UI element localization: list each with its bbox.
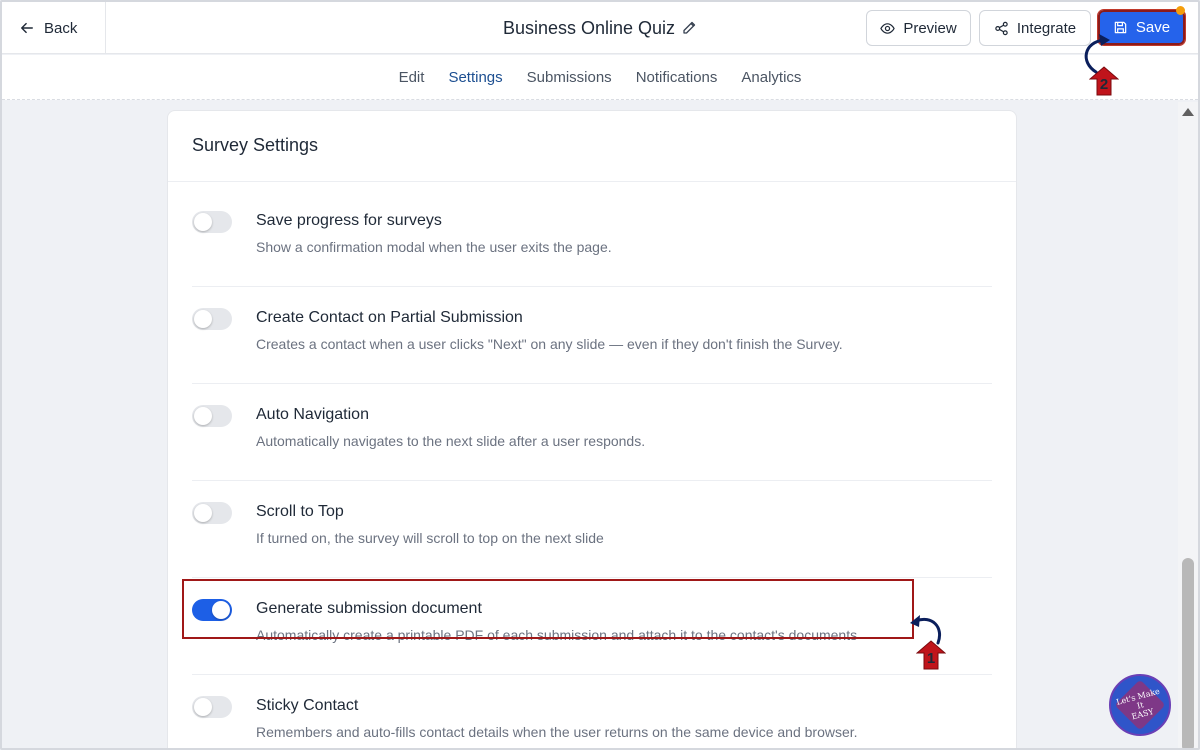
setting-partial-contact: Create Contact on Partial Submission Cre… [192, 287, 992, 384]
preview-label: Preview [903, 19, 957, 37]
setting-description: Show a confirmation modal when the user … [256, 239, 612, 255]
toggle-knob [194, 310, 212, 328]
logo-text: Let's Make It EASY [1114, 686, 1161, 721]
step-marker-1: 1 [915, 640, 947, 670]
scroll-to-top-toggle[interactable] [192, 502, 232, 524]
setting-save-progress: Save progress for surveys Show a confirm… [192, 190, 992, 287]
save-label: Save [1135, 19, 1171, 36]
toggle-knob [194, 504, 212, 522]
back-label: Back [44, 19, 78, 37]
tab-settings[interactable]: Settings [448, 67, 502, 88]
watermark-logo: Let's Make It EASY [1109, 674, 1171, 736]
setting-scroll-to-top: Scroll to Top If turned on, the survey w… [192, 481, 992, 578]
tab-analytics[interactable]: Analytics [741, 67, 801, 88]
back-button[interactable]: Back [2, 2, 106, 54]
notification-dot [1176, 6, 1185, 15]
eye-icon [880, 22, 896, 34]
share-icon [995, 21, 1008, 35]
setting-auto-navigation: Auto Navigation Automatically navigates … [192, 384, 992, 481]
toggle-knob [194, 213, 212, 231]
top-bar: Back Business Online Quiz Preview Integr… [2, 2, 1198, 54]
toggle-knob [194, 407, 212, 425]
page-title: Business Online Quiz [502, 17, 676, 38]
setting-label: Create Contact on Partial Submission [256, 309, 523, 326]
card-title: Survey Settings [192, 135, 319, 155]
tab-bar: Edit Settings Submissions Notifications … [2, 55, 1198, 100]
step-number: 1 [926, 650, 936, 667]
pencil-icon [683, 21, 696, 34]
setting-label: Save progress for surveys [256, 212, 442, 229]
setting-label: Auto Navigation [256, 406, 369, 423]
scroll-thumb[interactable] [1182, 558, 1194, 748]
edit-title-button[interactable] [681, 20, 697, 36]
setting-label: Scroll to Top [256, 503, 344, 520]
setting-description: Remembers and auto-fills contact details… [256, 724, 858, 740]
preview-button[interactable]: Preview [866, 10, 971, 46]
arrow-left-icon [21, 22, 33, 34]
save-progress-toggle[interactable] [192, 211, 232, 233]
app-frame: Back Business Online Quiz Preview Integr… [0, 0, 1200, 750]
setting-sticky-contact: Sticky Contact Remembers and auto-fills … [192, 675, 992, 748]
integrate-label: Integrate [1016, 19, 1077, 37]
setting-label: Sticky Contact [256, 697, 359, 714]
setting-description: Creates a contact when a user clicks "Ne… [256, 336, 843, 352]
scroll-up-arrow-icon[interactable] [1182, 108, 1194, 116]
step-number: 2 [1099, 76, 1109, 93]
toggle-knob [194, 698, 212, 716]
sticky-contact-toggle[interactable] [192, 696, 232, 718]
partial-contact-toggle[interactable] [192, 308, 232, 330]
tab-submissions[interactable]: Submissions [527, 67, 612, 88]
tab-edit[interactable]: Edit [399, 67, 425, 88]
scrollbar[interactable] [1178, 102, 1198, 748]
tab-notifications[interactable]: Notifications [636, 67, 718, 88]
highlight-box [182, 579, 914, 639]
setting-description: If turned on, the survey will scroll to … [256, 530, 604, 546]
step-marker-2: 2 [1088, 66, 1120, 96]
setting-description: Automatically navigates to the next slid… [256, 433, 646, 449]
divider [168, 181, 1016, 182]
survey-settings-card: Survey Settings Save progress for survey… [167, 110, 1017, 748]
auto-navigation-toggle[interactable] [192, 405, 232, 427]
